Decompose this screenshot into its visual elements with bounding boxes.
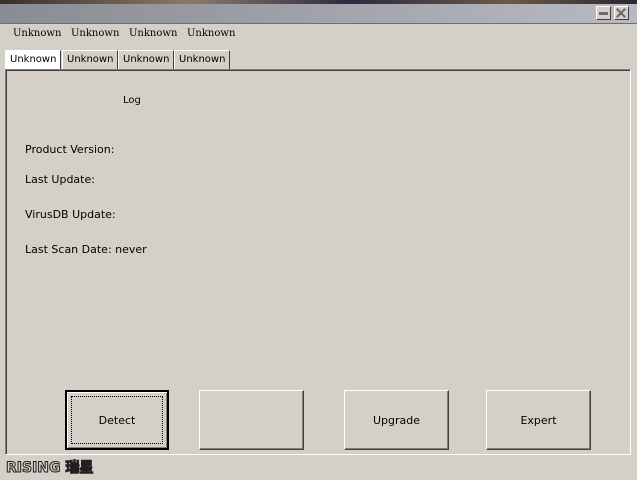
menu-item-4[interactable]: Unknown (187, 28, 235, 39)
tab-2[interactable]: Unknown (62, 50, 119, 69)
tab-3[interactable]: Unknown (118, 50, 175, 69)
expert-button-label: Expert (520, 413, 557, 427)
product-version-label: Product Version: (25, 143, 115, 156)
blank-button[interactable] (199, 390, 304, 450)
virusdb-update-label: VirusDB Update: (25, 208, 116, 221)
last-update-label: Last Update: (25, 173, 95, 186)
focus-rectangle (71, 396, 163, 444)
tab-1[interactable]: Unknown (5, 50, 62, 70)
close-icon[interactable] (614, 6, 629, 20)
menu-item-3[interactable]: Unknown (129, 28, 177, 39)
window-titlebar[interactable] (0, 4, 637, 24)
expert-button[interactable]: Expert (486, 390, 591, 450)
detect-button[interactable]: Detect (65, 390, 169, 450)
menu-item-2[interactable]: Unknown (71, 28, 119, 39)
rising-logo-text: RISING 瑞星 (5, 460, 94, 477)
tab-4[interactable]: Unknown (174, 50, 231, 69)
minimize-icon[interactable] (596, 6, 611, 20)
upgrade-button[interactable]: Upgrade (344, 390, 449, 450)
log-label[interactable]: Log (123, 95, 141, 106)
menu-item-1[interactable]: Unknown (13, 28, 61, 39)
last-scan-date-label: Last Scan Date: never (25, 243, 147, 256)
status-bar (0, 455, 637, 480)
upgrade-button-label: Upgrade (372, 413, 421, 427)
rising-logo: RISING 瑞星 (5, 459, 94, 477)
